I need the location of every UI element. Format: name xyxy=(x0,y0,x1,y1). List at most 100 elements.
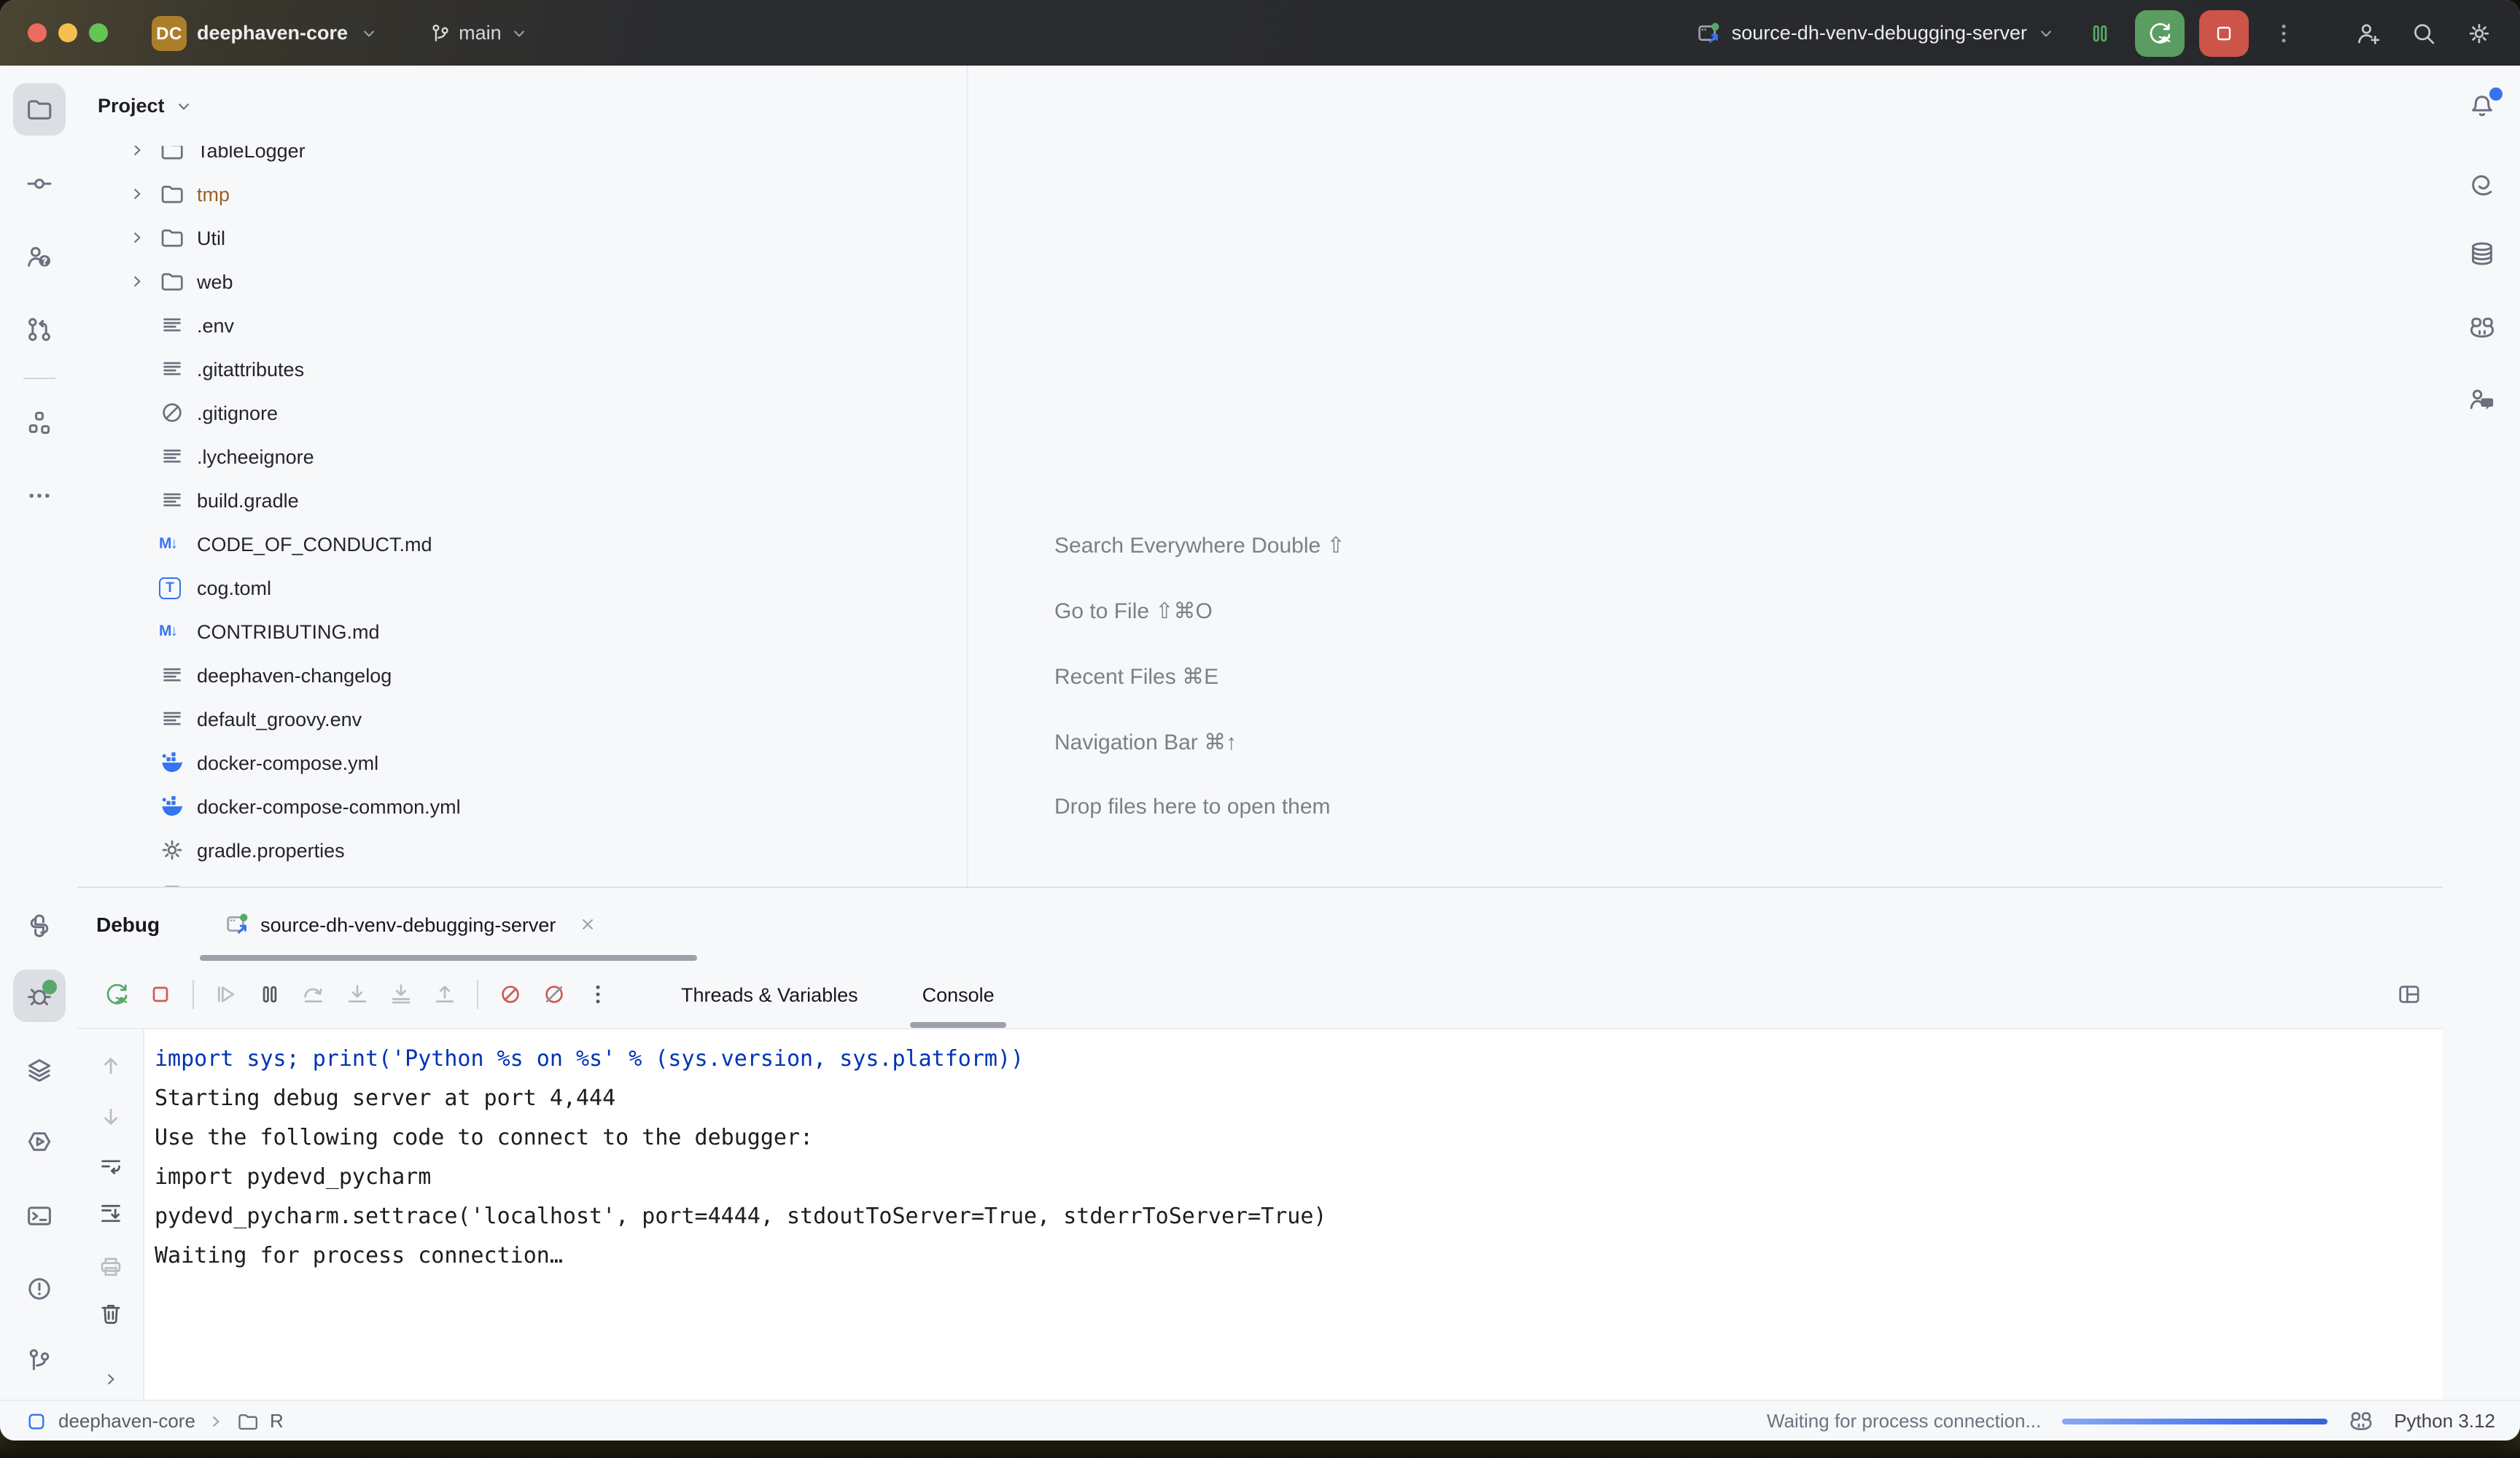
breadcrumb-project[interactable]: deephaven-core xyxy=(58,1410,195,1432)
expand-gutter-button[interactable] xyxy=(96,1365,125,1394)
chevron-right-icon[interactable] xyxy=(127,271,159,292)
tree-item-label: CONTRIBUTING.md xyxy=(197,620,380,642)
ai-assistant-button[interactable] xyxy=(2455,159,2508,211)
console-output[interactable]: import sys; print('Python %s on %s' % (s… xyxy=(144,1029,2443,1401)
resume-button[interactable] xyxy=(207,975,245,1013)
rerun-debug-button[interactable] xyxy=(98,975,136,1013)
console-line: Waiting for process connection… xyxy=(155,1236,2443,1276)
tree-item[interactable]: docker-compose-common.yml xyxy=(77,784,967,828)
tree-item[interactable]: .gitignore xyxy=(77,391,967,434)
toolwindow-problems-button[interactable] xyxy=(12,1263,65,1315)
close-icon[interactable] xyxy=(578,914,598,935)
toolwindow-python-packages-button[interactable] xyxy=(12,900,65,952)
toolwindow-vcs-button[interactable] xyxy=(12,1334,65,1387)
tab-console[interactable]: Console xyxy=(922,961,995,1028)
pause-button[interactable] xyxy=(251,975,289,1013)
step-out-button[interactable] xyxy=(426,975,464,1013)
toolwindow-project-button[interactable] xyxy=(12,83,65,136)
prev-occurrence-button[interactable] xyxy=(96,1051,125,1080)
tree-item[interactable]: .env xyxy=(77,303,967,347)
chevron-right-icon[interactable] xyxy=(127,146,159,160)
tree-item[interactable]: .lycheeignore xyxy=(77,434,967,478)
toolwindow-commit-button[interactable] xyxy=(12,157,65,210)
person-chat-icon xyxy=(2467,385,2496,414)
gradle-button[interactable] xyxy=(2455,302,2508,354)
more-debug-actions-button[interactable] xyxy=(579,975,617,1013)
toolwindow-python-console-button[interactable] xyxy=(12,1115,65,1168)
printer-icon xyxy=(97,1254,123,1280)
settings-button[interactable] xyxy=(2459,12,2500,53)
vcs-branch-widget[interactable]: main xyxy=(428,21,529,44)
tree-item[interactable]: CONTRIBUTING.md xyxy=(77,609,967,653)
scroll-to-end-button[interactable] xyxy=(96,1198,125,1228)
clear-console-button[interactable] xyxy=(96,1299,125,1328)
layout-settings-button[interactable] xyxy=(2396,981,2422,1007)
step-over-button[interactable] xyxy=(295,975,332,1013)
code-with-me-button[interactable] xyxy=(2348,12,2389,53)
more-actions-button[interactable] xyxy=(2263,12,2304,53)
close-window-button[interactable] xyxy=(28,23,47,42)
database-icon xyxy=(2467,239,2496,268)
project-panel-header[interactable]: Project xyxy=(77,66,967,117)
layout-icon xyxy=(2396,981,2422,1007)
tree-item[interactable]: gradlew xyxy=(77,872,967,886)
toolwindow-pull-requests-button[interactable] xyxy=(12,303,65,356)
tree-item[interactable]: cog.toml xyxy=(77,566,967,609)
project-widget[interactable]: DC deephaven-core xyxy=(152,15,378,50)
tree-item[interactable]: Util xyxy=(77,216,967,260)
rerun-debug-button[interactable] xyxy=(2135,9,2185,56)
tree-item[interactable]: tmp xyxy=(77,172,967,216)
hint-recent-files: Recent Files ⌘E xyxy=(1054,643,1345,709)
tree-item-label: TableLogger xyxy=(197,146,306,161)
progress-bar[interactable] xyxy=(2061,1418,2327,1424)
step-into-button[interactable] xyxy=(338,975,376,1013)
python-interpreter-widget[interactable]: Python 3.12 xyxy=(2394,1410,2495,1432)
pause-program-button[interactable] xyxy=(2080,12,2120,53)
tree-item[interactable]: build.gradle xyxy=(77,478,967,522)
database-button[interactable] xyxy=(2455,227,2508,280)
tree-item[interactable]: deephaven-changelog xyxy=(77,653,967,697)
next-occurrence-button[interactable] xyxy=(96,1102,125,1131)
module-icon xyxy=(25,1409,48,1432)
zoom-window-button[interactable] xyxy=(89,23,108,42)
breadcrumb-folder[interactable]: R xyxy=(270,1410,284,1432)
run-configuration-selector[interactable]: source-dh-venv-debugging-server xyxy=(1697,20,2056,46)
stop-icon xyxy=(147,981,174,1007)
toolwindow-services-button[interactable] xyxy=(12,1044,65,1096)
folder-icon xyxy=(159,268,197,295)
view-breakpoints-button[interactable] xyxy=(491,975,529,1013)
search-everywhere-button[interactable] xyxy=(2403,12,2444,53)
tree-item[interactable]: gradle.properties xyxy=(77,828,967,872)
code-with-me-sidebar-button[interactable] xyxy=(2455,373,2508,426)
toolwindow-learn-button[interactable] xyxy=(12,230,65,283)
tree-item[interactable]: docker-compose.yml xyxy=(77,741,967,784)
toolwindow-terminal-button[interactable] xyxy=(12,1190,65,1242)
tree-item[interactable]: default_groovy.env xyxy=(77,697,967,741)
tree-item[interactable]: web xyxy=(77,260,967,303)
debug-session-tab[interactable]: source-dh-venv-debugging-server xyxy=(224,911,598,937)
tree-item-label: web xyxy=(197,270,233,292)
tree-item[interactable]: .gitattributes xyxy=(77,347,967,391)
tree-item[interactable]: CODE_OF_CONDUCT.md xyxy=(77,522,967,566)
stop-button[interactable] xyxy=(141,975,179,1013)
more-toolwindows-button[interactable] xyxy=(12,469,65,522)
right-toolwindow-bar xyxy=(2441,66,2520,1401)
stop-button[interactable] xyxy=(2199,9,2249,56)
soft-wrap-button[interactable] xyxy=(96,1152,125,1181)
chevron-right-icon[interactable] xyxy=(127,227,159,248)
tab-threads-variables[interactable]: Threads & Variables xyxy=(681,961,858,1028)
tree-item[interactable]: TableLogger xyxy=(77,146,967,172)
arrow-up-icon xyxy=(97,1053,123,1079)
debug-run-config-icon xyxy=(1697,20,1723,46)
print-button[interactable] xyxy=(96,1252,125,1282)
toolwindow-structure-button[interactable] xyxy=(12,397,65,449)
breakpoint-circle-icon xyxy=(497,981,524,1007)
force-step-into-button[interactable] xyxy=(382,975,420,1013)
notifications-button[interactable] xyxy=(2455,83,2508,136)
scroll-to-end-icon xyxy=(97,1200,123,1226)
minimize-window-button[interactable] xyxy=(58,23,77,42)
chevron-right-icon[interactable] xyxy=(127,184,159,204)
toolwindow-debug-button[interactable] xyxy=(12,970,65,1022)
debug-header: Debug source-dh-venv-debugging-server xyxy=(77,888,2443,961)
mute-breakpoints-button[interactable] xyxy=(535,975,573,1013)
